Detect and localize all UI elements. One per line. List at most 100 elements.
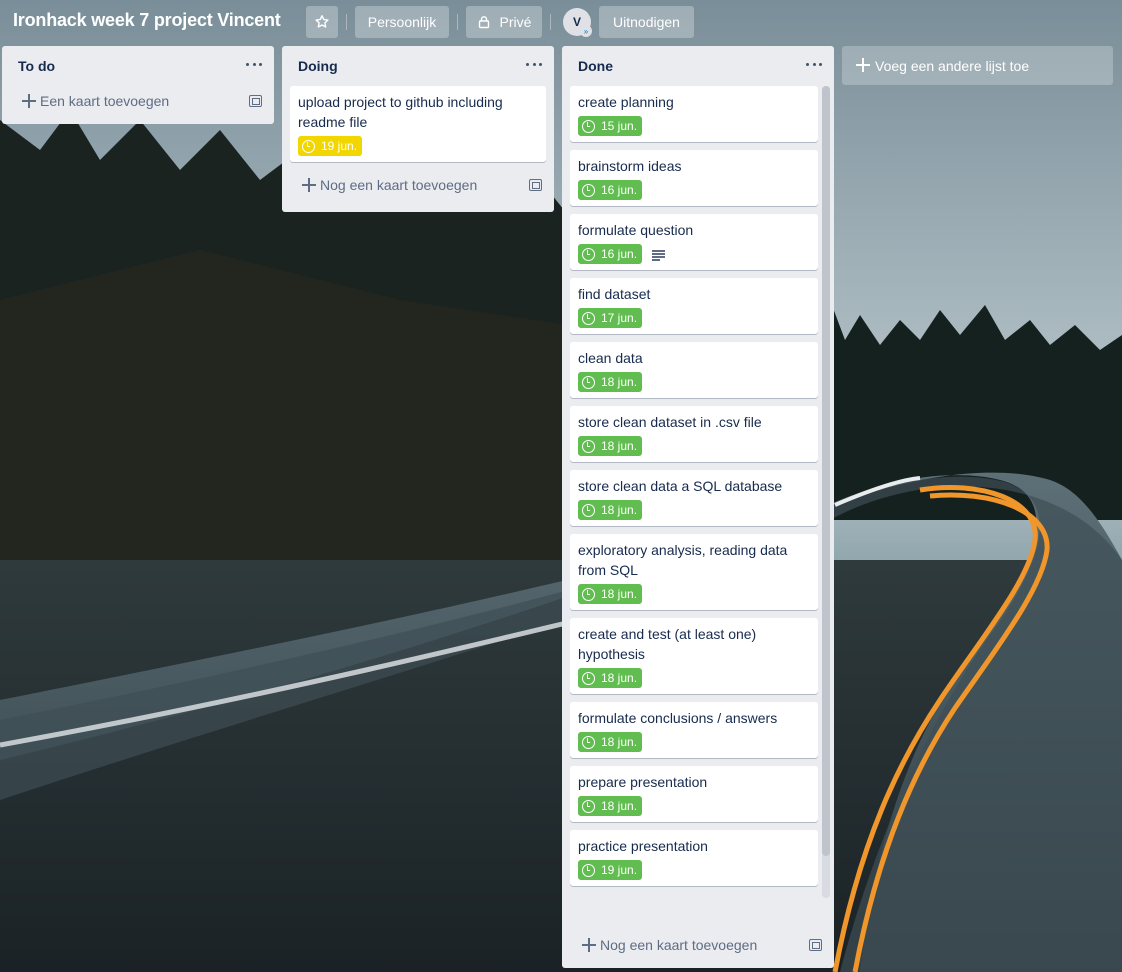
list-title[interactable]: To do — [18, 58, 55, 74]
card-template-icon[interactable] — [249, 95, 262, 107]
visibility-button[interactable]: Privé — [466, 6, 542, 38]
card[interactable]: formulate question 16 jun. — [570, 214, 818, 270]
card-list: upload project to github including readm… — [282, 86, 554, 162]
card[interactable]: create planning 15 jun. — [570, 86, 818, 142]
due-date-text: 18 jun. — [601, 799, 638, 813]
clock-icon — [302, 139, 315, 153]
card-title: store clean data a SQL database — [578, 478, 783, 494]
list-scrollbar-thumb[interactable] — [822, 86, 830, 856]
due-date-badge[interactable]: 18 jun. — [578, 372, 643, 392]
card[interactable]: prepare presentation 18 jun. — [570, 766, 818, 822]
card-title: create and test (at least one) hypothesi… — [578, 626, 757, 662]
description-icon — [652, 248, 666, 261]
due-date-badge[interactable]: 16 jun. — [578, 180, 643, 200]
card-badges: 16 jun. — [578, 180, 810, 200]
card[interactable]: brainstorm ideas 16 jun. — [570, 150, 818, 206]
card-badges: 19 jun. — [298, 136, 538, 156]
list-doing: Doing upload project to github including… — [282, 46, 554, 212]
card-badges: 18 jun. — [578, 500, 810, 520]
card-badges: 19 jun. — [578, 860, 810, 880]
clock-icon — [582, 671, 595, 685]
list-scrollbar[interactable] — [822, 86, 830, 898]
due-date-text: 18 jun. — [601, 375, 638, 389]
list-done: Done create planning 15 jun. brainstorm … — [562, 46, 834, 968]
list-header: To do — [2, 46, 274, 86]
due-date-text: 19 jun. — [321, 139, 358, 153]
card[interactable]: find dataset 17 jun. — [570, 278, 818, 334]
due-date-badge[interactable]: 18 jun. — [578, 500, 643, 520]
due-date-badge[interactable]: 18 jun. — [578, 796, 643, 816]
due-date-text: 18 jun. — [601, 587, 638, 601]
card-title: formulate question — [578, 222, 694, 238]
due-date-text: 18 jun. — [601, 439, 638, 453]
list-menu-icon[interactable] — [526, 56, 542, 72]
card-title: clean data — [578, 350, 643, 366]
due-date-text: 17 jun. — [601, 311, 638, 325]
board-background — [0, 0, 1122, 972]
star-button[interactable] — [306, 6, 338, 38]
list-menu-icon[interactable] — [246, 56, 262, 72]
card-badges: 15 jun. — [578, 116, 810, 136]
card-title: brainstorm ideas — [578, 158, 682, 174]
card-title: upload project to github including readm… — [298, 94, 503, 130]
card[interactable]: practice presentation 19 jun. — [570, 830, 818, 886]
invite-button[interactable]: Uitnodigen — [599, 6, 694, 38]
card[interactable]: exploratory analysis, reading data from … — [570, 534, 818, 610]
clock-icon — [582, 735, 595, 749]
due-date-badge[interactable]: 16 jun. — [578, 244, 643, 264]
clock-icon — [582, 311, 595, 325]
card-badges: 18 jun. — [578, 372, 810, 392]
due-date-badge[interactable]: 15 jun. — [578, 116, 643, 136]
add-card-button[interactable]: Een kaart toevoegen — [10, 86, 266, 118]
card-list: create planning 15 jun. brainstorm ideas… — [562, 86, 834, 930]
list-title[interactable]: Doing — [298, 58, 338, 74]
board-header: Ironhack week 7 project Vincent Persoonl… — [0, 0, 1122, 44]
list-title[interactable]: Done — [578, 58, 613, 74]
plus-icon — [856, 58, 870, 72]
due-date-badge[interactable]: 17 jun. — [578, 308, 643, 328]
card[interactable]: clean data 18 jun. — [570, 342, 818, 398]
board-title[interactable]: Ironhack week 7 project Vincent — [13, 10, 281, 31]
due-date-text: 16 jun. — [601, 247, 638, 261]
lock-icon — [478, 16, 489, 29]
card-badges: 18 jun. — [578, 584, 810, 604]
card[interactable]: create and test (at least one) hypothesi… — [570, 618, 818, 694]
due-date-badge[interactable]: 19 jun. — [578, 860, 643, 880]
clock-icon — [582, 439, 595, 453]
card-title: exploratory analysis, reading data from … — [578, 542, 788, 578]
clock-icon — [582, 183, 595, 197]
card-template-icon[interactable] — [529, 179, 542, 191]
card[interactable]: store clean data a SQL database 18 jun. — [570, 470, 818, 526]
card[interactable]: upload project to github including readm… — [290, 86, 546, 162]
card-title: find dataset — [578, 286, 651, 302]
due-date-badge[interactable]: 18 jun. — [578, 732, 643, 752]
list-header: Doing — [282, 46, 554, 86]
clock-icon — [582, 587, 595, 601]
card-badges: 16 jun. — [578, 244, 810, 264]
list-menu-icon[interactable] — [806, 56, 822, 72]
header-divider — [550, 14, 551, 30]
card[interactable]: formulate conclusions / answers 18 jun. — [570, 702, 818, 758]
due-date-text: 19 jun. — [601, 863, 638, 877]
invite-label: Uitnodigen — [613, 14, 680, 30]
add-card-button[interactable]: Nog een kaart toevoegen — [570, 930, 826, 962]
add-card-label: Nog een kaart toevoegen — [320, 177, 478, 193]
card-template-icon[interactable] — [809, 939, 822, 951]
add-card-button[interactable]: Nog een kaart toevoegen — [290, 170, 546, 202]
due-date-badge[interactable]: 18 jun. — [578, 436, 643, 456]
card[interactable]: store clean dataset in .csv file 18 jun. — [570, 406, 818, 462]
due-date-badge[interactable]: 19 jun. — [298, 136, 363, 156]
list-to-do: To do Een kaart toevoegen — [2, 46, 274, 124]
due-date-text: 18 jun. — [601, 671, 638, 685]
workspace-label: Persoonlijk — [367, 14, 437, 30]
add-list-button[interactable]: Voeg een andere lijst toe — [842, 46, 1113, 85]
due-date-text: 16 jun. — [601, 183, 638, 197]
workspace-button[interactable]: Persoonlijk — [355, 6, 449, 38]
due-date-text: 18 jun. — [601, 503, 638, 517]
due-date-text: 18 jun. — [601, 735, 638, 749]
star-icon — [315, 15, 329, 28]
due-date-badge[interactable]: 18 jun. — [578, 584, 643, 604]
clock-icon — [582, 375, 595, 389]
card-title: formulate conclusions / answers — [578, 710, 778, 726]
due-date-badge[interactable]: 18 jun. — [578, 668, 643, 688]
